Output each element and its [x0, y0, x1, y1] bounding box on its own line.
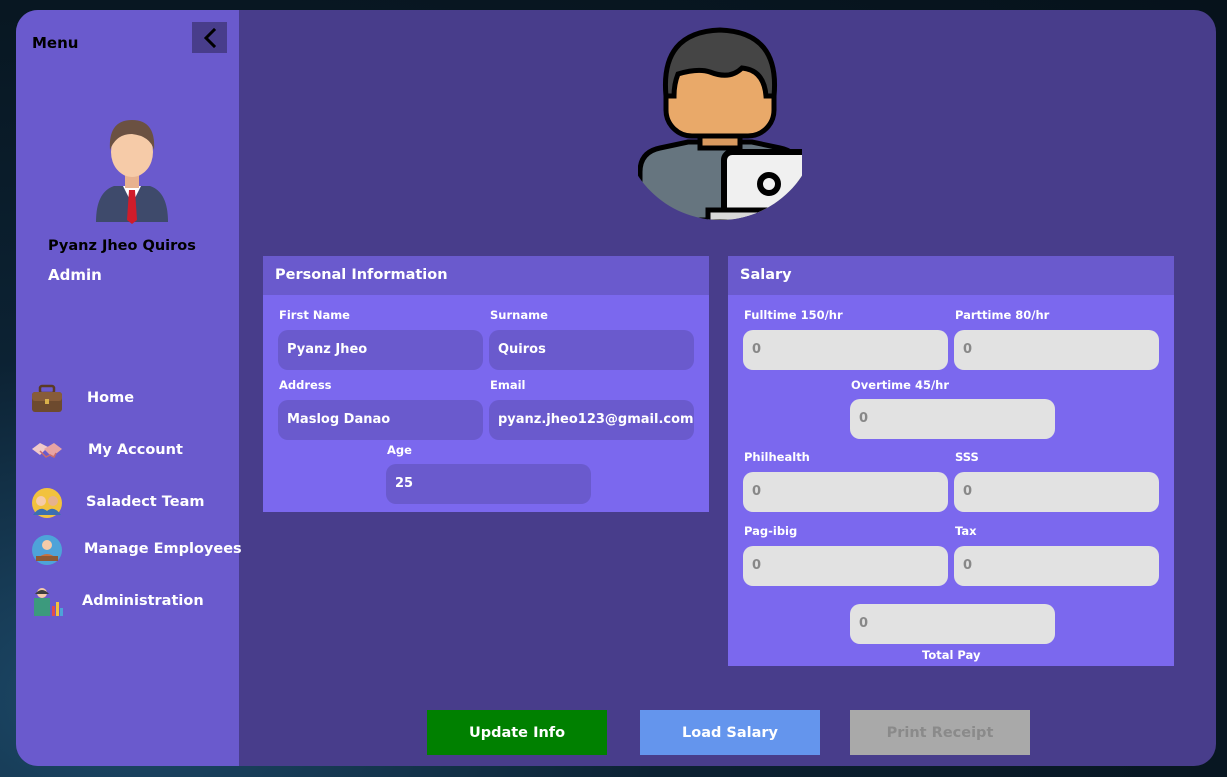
overtime-field[interactable]: 0	[850, 399, 1055, 439]
age-field[interactable]: 25	[386, 464, 591, 504]
panel-title: Salary	[728, 256, 1174, 295]
pagibig-label: Pag-ibig	[744, 524, 798, 538]
tax-field[interactable]: 0	[954, 546, 1159, 586]
menu-label: Menu	[32, 34, 79, 52]
philhealth-label: Philhealth	[744, 450, 810, 464]
user-name: Pyanz Jheo Quiros	[48, 238, 196, 254]
fulltime-field[interactable]: 0	[743, 330, 948, 370]
sidebar-item-label: Home	[87, 390, 135, 406]
surname-label: Surname	[490, 308, 548, 322]
sidebar-item-label: My Account	[88, 442, 183, 458]
address-field[interactable]: Maslog Danao	[278, 400, 483, 440]
address-label: Address	[279, 378, 332, 392]
email-label: Email	[490, 378, 526, 392]
overtime-label: Overtime 45/hr	[851, 378, 950, 392]
total-pay-field[interactable]: 0	[850, 604, 1055, 644]
sidebar: Menu Pyanz Jheo Quiros Admin Home My Acc…	[16, 10, 242, 766]
panel-title: Personal Information	[263, 256, 709, 295]
sidebar-item-label: Saladect Team	[86, 494, 205, 510]
sidebar-item-label: Administration	[82, 593, 204, 609]
sidebar-item-manage-employees[interactable]: Manage Employees	[30, 532, 242, 568]
surname-field[interactable]: Quiros	[489, 330, 694, 370]
parttime-field[interactable]: 0	[954, 330, 1159, 370]
update-info-button[interactable]: Update Info	[427, 710, 607, 755]
sidebar-item-administration[interactable]: Administration	[30, 584, 235, 620]
sidebar-item-home[interactable]: Home	[30, 381, 235, 417]
philhealth-field[interactable]: 0	[743, 472, 948, 512]
first-name-label: First Name	[279, 308, 350, 322]
sss-label: SSS	[955, 450, 979, 464]
personal-information-panel: Personal Information First Name Pyanz Jh…	[263, 256, 709, 512]
age-label: Age	[387, 443, 412, 457]
employees-icon	[32, 535, 62, 565]
load-salary-button[interactable]: Load Salary	[640, 710, 820, 755]
chevron-left-icon	[203, 27, 216, 48]
tax-label: Tax	[955, 524, 977, 538]
fulltime-label: Fulltime 150/hr	[744, 308, 843, 322]
parttime-label: Parttime 80/hr	[955, 308, 1050, 322]
user-role: Admin	[48, 266, 102, 284]
sidebar-item-label: Manage Employees	[84, 541, 242, 557]
print-receipt-button[interactable]: Print Receipt	[850, 710, 1030, 755]
pagibig-field[interactable]: 0	[743, 546, 948, 586]
email-field[interactable]: pyanz.jheo123@gmail.com	[489, 400, 694, 440]
collapse-menu-button[interactable]	[192, 22, 227, 53]
user-avatar-icon	[96, 120, 168, 224]
briefcase-icon	[32, 384, 62, 412]
total-pay-label: Total Pay	[922, 648, 981, 662]
app-window: Menu Pyanz Jheo Quiros Admin Home My Acc…	[16, 10, 1216, 766]
sidebar-item-saladect-team[interactable]: Saladect Team	[30, 485, 235, 521]
sidebar-item-my-account[interactable]: My Account	[30, 433, 235, 469]
handshake-icon	[32, 443, 62, 459]
sss-field[interactable]: 0	[954, 472, 1159, 512]
employee-laptop-icon	[638, 27, 802, 220]
administration-icon	[34, 588, 63, 616]
team-icon	[32, 488, 62, 518]
salary-panel: Salary Fulltime 150/hr 0 Parttime 80/hr …	[728, 256, 1174, 666]
first-name-field[interactable]: Pyanz Jheo	[278, 330, 483, 370]
